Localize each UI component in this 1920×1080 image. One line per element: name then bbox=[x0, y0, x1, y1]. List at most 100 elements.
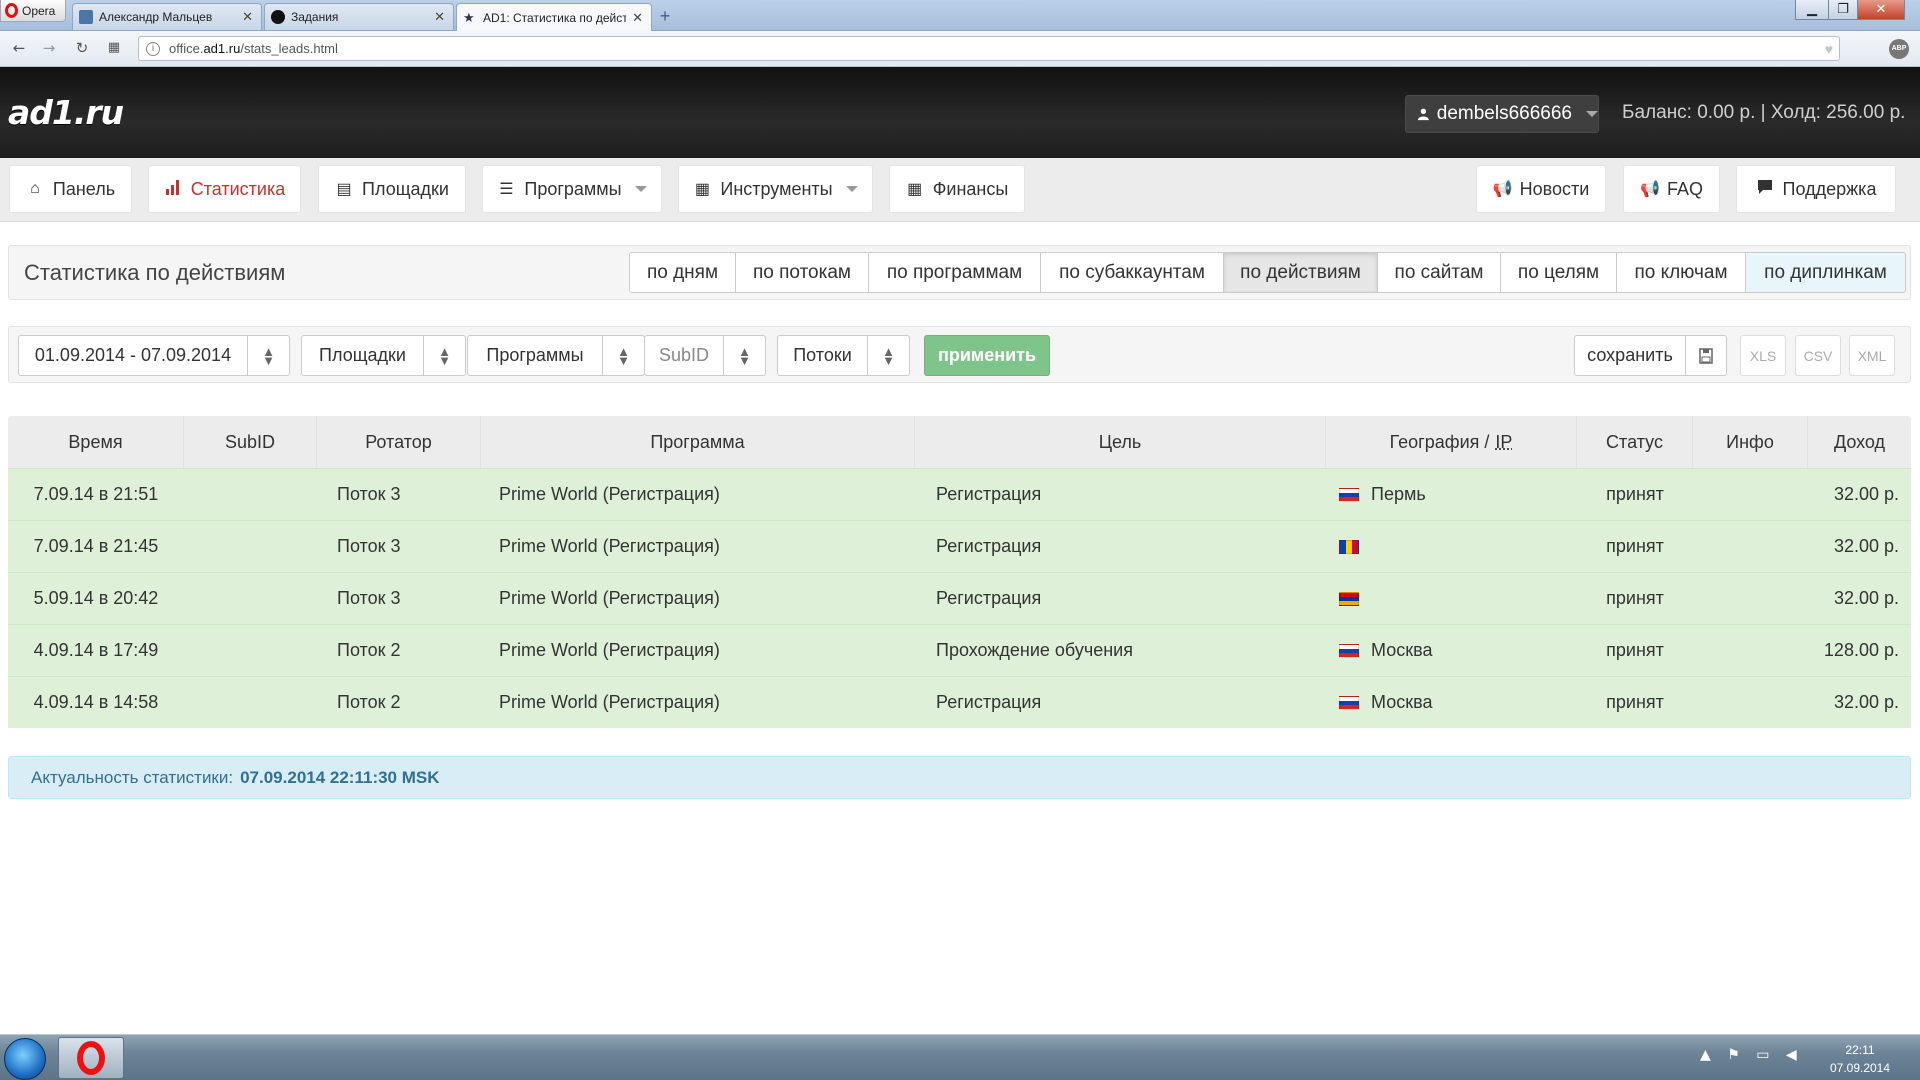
geo-header-label: География / bbox=[1389, 431, 1490, 452]
windows-start-icon[interactable] bbox=[4, 1038, 46, 1080]
back-arrow-icon[interactable]: ← bbox=[10, 39, 28, 57]
actuality-label: Актуальность статистики: bbox=[31, 767, 234, 787]
column-header-goal[interactable]: Цель bbox=[915, 416, 1326, 468]
minimize-icon[interactable]: ▁ bbox=[1795, 0, 1829, 20]
tab-close-icon[interactable]: ✕ bbox=[632, 10, 643, 26]
nav-finance-button[interactable]: ▦ Финансы bbox=[889, 165, 1025, 213]
forward-arrow-icon[interactable]: → bbox=[40, 39, 58, 57]
cell-program: Prime World (Регистрация) bbox=[499, 484, 720, 504]
user-menu-button[interactable]: dembels666666 bbox=[1405, 95, 1599, 133]
bullhorn-icon: 📢 bbox=[1639, 181, 1660, 198]
nav-support-button[interactable]: Поддержка bbox=[1736, 165, 1896, 213]
nav-programs-button[interactable]: ☰ Программы bbox=[482, 165, 662, 213]
chevron-down-icon bbox=[845, 186, 858, 192]
adblock-plus-icon[interactable]: ABP bbox=[1889, 39, 1909, 59]
nav-news-button[interactable]: 📢 Новости bbox=[1476, 165, 1606, 213]
apply-button[interactable]: применить bbox=[924, 335, 1050, 376]
calendar-icon: ▦ bbox=[907, 181, 923, 198]
column-header-rotator[interactable]: Ротатор bbox=[317, 416, 481, 468]
reload-icon[interactable]: ↻ bbox=[73, 39, 91, 57]
url-input[interactable]: i office. ad1.ru/stats_leads.html ♥ bbox=[138, 36, 1840, 61]
windows-taskbar: ▲ ⚑ ▭ ◀ 22:11 07.09.2014 bbox=[0, 1034, 1920, 1080]
export-xml-button[interactable]: XML bbox=[1849, 335, 1895, 376]
nav-faq-button[interactable]: 📢 FAQ bbox=[1623, 165, 1720, 213]
vk-favicon-icon bbox=[79, 10, 93, 24]
cell-rotator: Поток 3 bbox=[337, 536, 401, 556]
tab-title: Александр Мальцев bbox=[99, 10, 213, 24]
cell-info bbox=[1693, 677, 1808, 728]
sort-arrows-icon: ▲ ▼ bbox=[867, 336, 909, 375]
taskbar-opera-button[interactable] bbox=[58, 1037, 124, 1079]
star-favicon-icon: ★ bbox=[463, 9, 475, 25]
nav-label: Инструменты bbox=[720, 178, 833, 199]
export-csv-button[interactable]: CSV bbox=[1795, 335, 1841, 376]
nav-panel-button[interactable]: ⌂ Панель bbox=[9, 165, 132, 213]
maximize-icon[interactable]: ❐ bbox=[1828, 0, 1858, 20]
table-row: 5.09.14 в 20:42 Поток 3 Prime World (Регис… bbox=[8, 572, 1911, 624]
bookmark-heart-icon[interactable]: ♥ bbox=[1825, 41, 1833, 57]
opera-menu-button[interactable]: Opera bbox=[0, 0, 66, 22]
tab-by-keywords[interactable]: по ключам bbox=[1616, 252, 1746, 293]
tab-by-streams[interactable]: по потокам bbox=[735, 252, 869, 293]
tab-by-days[interactable]: по дням bbox=[629, 252, 736, 293]
cell-program: Prime World (Регистрация) bbox=[499, 640, 720, 660]
balance-info: Баланс: 0.00 р. | Холд: 256.00 р. bbox=[1622, 102, 1906, 123]
column-header-geo[interactable]: География / IP bbox=[1326, 416, 1577, 468]
export-xls-button[interactable]: XLS bbox=[1740, 335, 1786, 376]
tab-close-icon[interactable]: ✕ bbox=[242, 9, 253, 25]
tab-by-deeplinks[interactable]: по диплинкам bbox=[1745, 252, 1906, 293]
cell-time: 4.09.14 в 14:58 bbox=[33, 692, 159, 712]
date-range-select[interactable]: 01.09.2014 - 07.09.2014 ▲ ▼ bbox=[18, 335, 290, 376]
save-button[interactable]: сохранить bbox=[1574, 335, 1686, 376]
cell-status: принят bbox=[1606, 692, 1664, 712]
tab-by-goals[interactable]: по целям bbox=[1500, 252, 1617, 293]
column-header-info[interactable]: Инфо bbox=[1693, 416, 1808, 468]
cell-rotator: Поток 3 bbox=[337, 484, 401, 504]
actuality-timestamp: 07.09.2014 22:11:30 MSK bbox=[240, 767, 440, 787]
tab-close-icon[interactable]: ✕ bbox=[434, 9, 445, 25]
new-tab-plus-icon[interactable]: + bbox=[656, 7, 674, 25]
streams-filter-select[interactable]: Потоки ▲ ▼ bbox=[777, 335, 910, 376]
tab-title: AD1: Статистика по дейст bbox=[483, 10, 627, 25]
column-header-income[interactable]: Доход bbox=[1808, 416, 1911, 468]
ip-header-label[interactable]: IP bbox=[1495, 432, 1512, 453]
nav-sites-button[interactable]: ▤ Площадки bbox=[318, 165, 466, 213]
column-header-subid[interactable]: SubID bbox=[184, 416, 317, 468]
nav-stats-button[interactable]: Статистика bbox=[148, 165, 301, 213]
tab-by-sites[interactable]: по сайтам bbox=[1377, 252, 1501, 293]
browser-tab-ad1[interactable]: ★ AD1: Статистика по дейст ✕ bbox=[456, 3, 652, 31]
tab-title: Задания bbox=[291, 10, 339, 24]
nav-label: Новости bbox=[1519, 178, 1590, 199]
nav-tools-button[interactable]: ▦ Инструменты bbox=[678, 165, 873, 213]
chevron-down-icon bbox=[1586, 111, 1598, 117]
column-header-program[interactable]: Программа bbox=[481, 416, 915, 468]
save-disk-button[interactable] bbox=[1685, 335, 1727, 376]
tab-by-actions[interactable]: по действиям bbox=[1223, 252, 1378, 293]
tab-by-programs[interactable]: по программам bbox=[868, 252, 1041, 293]
subid-filter-select[interactable]: SubID ▲ ▼ bbox=[644, 335, 766, 376]
close-window-icon[interactable]: ✕ bbox=[1857, 0, 1905, 20]
column-header-status[interactable]: Статус bbox=[1577, 416, 1693, 468]
table-header-row: Время SubID Ротатор Программа Цель Геогр… bbox=[8, 416, 1911, 468]
speed-dial-grid-icon[interactable]: ▦ bbox=[105, 39, 123, 57]
tab-by-subaccounts[interactable]: по субаккаунтам bbox=[1040, 252, 1224, 293]
cell-geo bbox=[1326, 521, 1577, 572]
table-body: 7.09.14 в 21:51 Поток 3 Prime World (Регис… bbox=[8, 468, 1911, 728]
cell-subid bbox=[184, 521, 317, 572]
site-header: ad1.ru dembels666666 Баланс: 0.00 р. | Х… bbox=[0, 67, 1920, 158]
sites-filter-select[interactable]: Площадки ▲ ▼ bbox=[301, 335, 466, 376]
cell-geo bbox=[1326, 573, 1577, 624]
url-prefix: office. bbox=[169, 41, 204, 56]
browser-tab-tasks[interactable]: Задания ✕ bbox=[264, 3, 454, 30]
column-header-time[interactable]: Время bbox=[8, 416, 184, 468]
programs-filter-select[interactable]: Программы ▲ ▼ bbox=[467, 335, 645, 376]
site-info-icon[interactable]: i bbox=[146, 42, 160, 56]
site-logo[interactable]: ad1.ru bbox=[8, 93, 124, 132]
taskbar-clock[interactable]: 22:11 07.09.2014 bbox=[1820, 1041, 1900, 1077]
browser-tab-vk[interactable]: Александр Мальцев ✕ bbox=[72, 3, 262, 30]
system-tray-icons[interactable]: ▲ ⚑ ▭ ◀ bbox=[1700, 1047, 1803, 1063]
cell-income: 32.00 р. bbox=[1833, 588, 1899, 608]
chevron-down-icon bbox=[634, 186, 647, 192]
cell-info bbox=[1693, 469, 1808, 520]
nav-label: FAQ bbox=[1666, 178, 1703, 199]
